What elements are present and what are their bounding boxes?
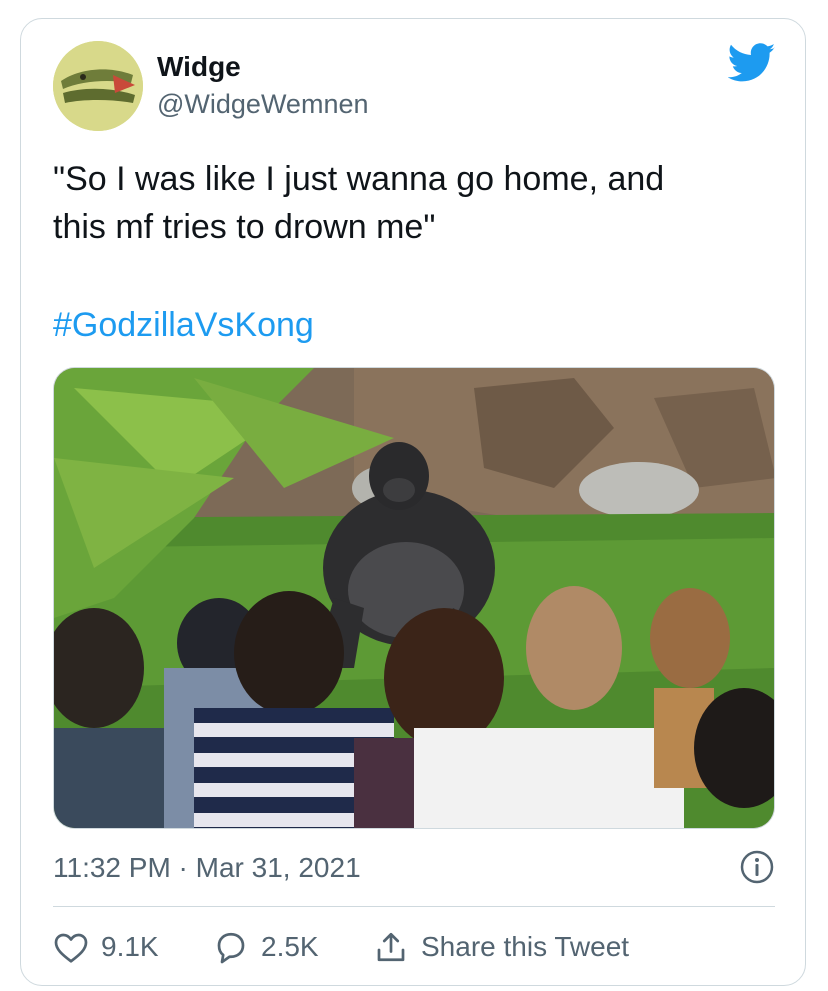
share-label: Share this Tweet [421, 931, 630, 962]
author-name[interactable]: Widge [157, 53, 241, 81]
reply-count: 2.5K [261, 931, 319, 962]
tweet-text: "So I was like I just wanna go home, and… [53, 160, 665, 246]
divider [53, 906, 775, 907]
twitter-bird-icon[interactable] [728, 43, 776, 83]
gorilla-crowd-photo [54, 368, 774, 828]
like-button[interactable]: 9.1K [53, 930, 213, 964]
reply-button[interactable]: 2.5K [213, 930, 373, 964]
avatar-image [53, 41, 143, 131]
share-icon [377, 932, 405, 962]
hashtag-link[interactable]: #GodzillaVsKong [53, 301, 314, 349]
timestamp-row: 11:32 PM · Mar 31, 2021 [53, 849, 775, 889]
timestamp[interactable]: 11:32 PM · Mar 31, 2021 [53, 851, 361, 885]
reply-bubble-icon [217, 932, 245, 964]
author-handle[interactable]: @WidgeWemnen [157, 91, 369, 118]
info-icon[interactable] [739, 849, 775, 885]
action-bar: 9.1K 2.5K Share this Tweet [53, 927, 775, 967]
tweet-card[interactable]: Widge @WidgeWemnen "So I was like I just… [20, 18, 806, 986]
share-button[interactable]: Share this Tweet [373, 930, 629, 964]
heart-icon [54, 933, 88, 963]
like-count: 9.1K [101, 931, 159, 962]
tweet-media-photo[interactable] [53, 367, 775, 829]
avatar[interactable] [53, 41, 143, 131]
